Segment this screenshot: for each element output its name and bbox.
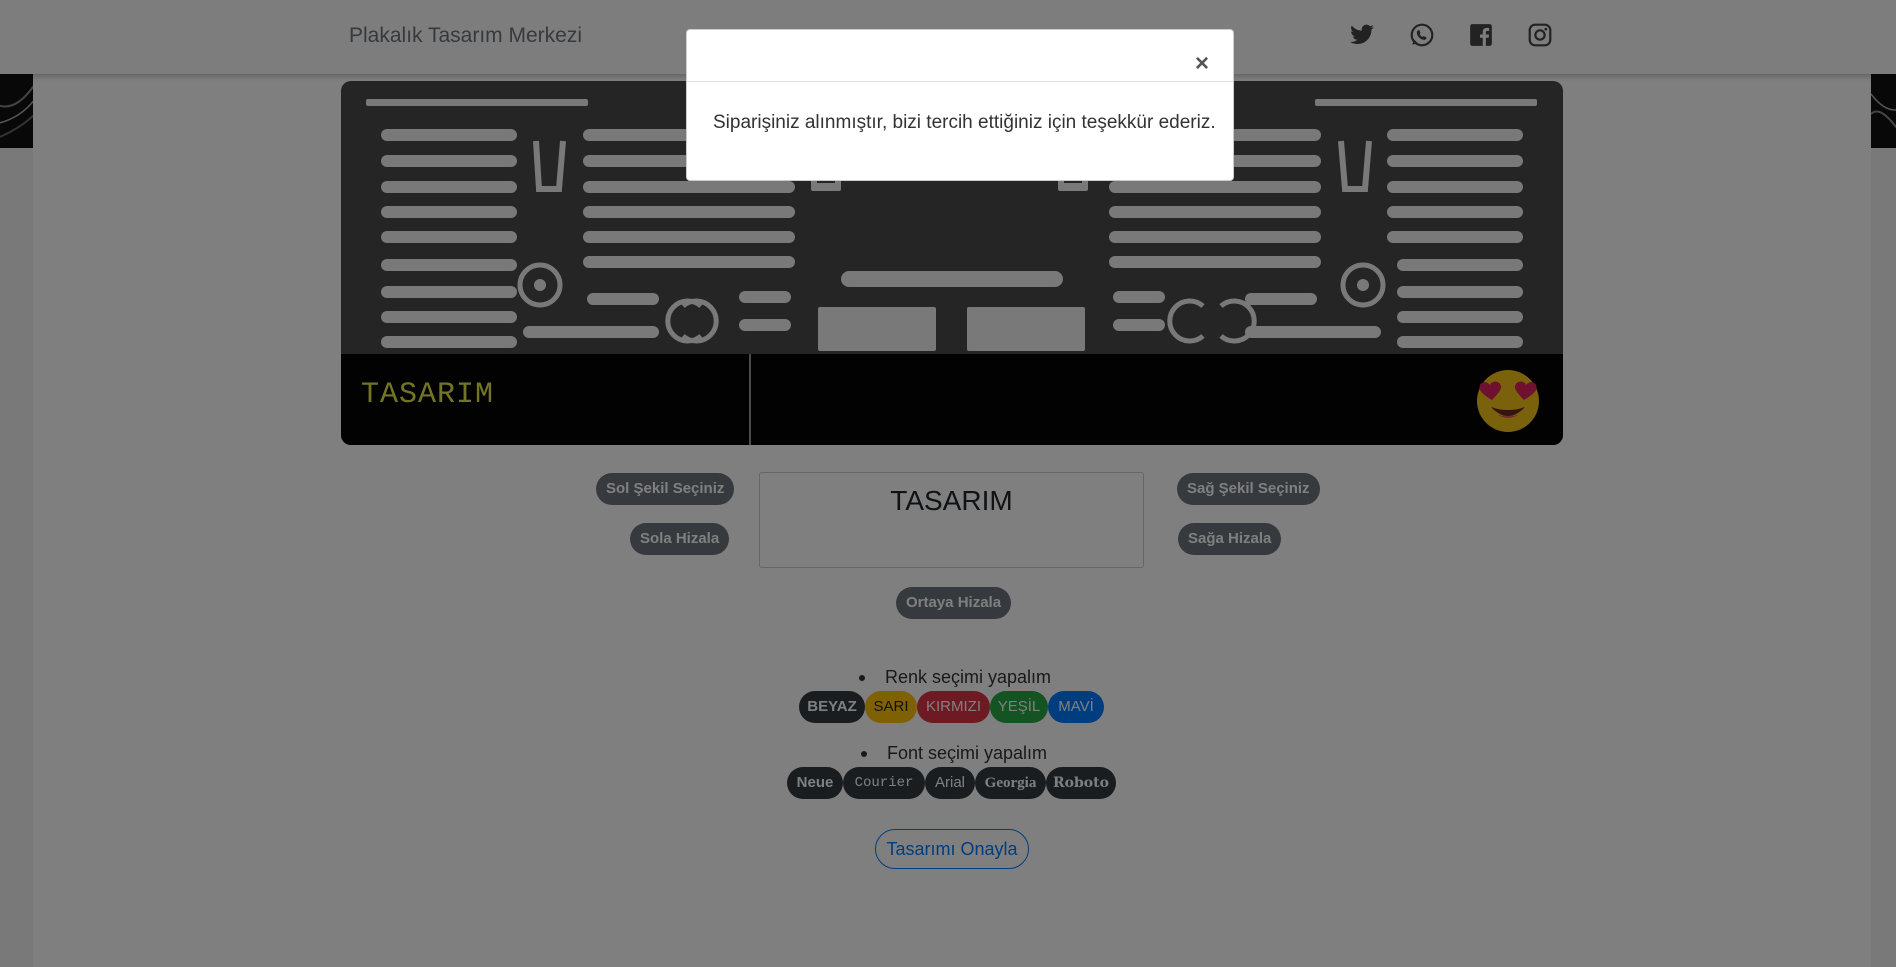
- close-icon[interactable]: ×: [1195, 52, 1209, 76]
- modal-header: ×: [687, 30, 1233, 82]
- modal-message: Siparişiniz alınmıştır, bizi tercih etti…: [713, 112, 1216, 133]
- order-confirmation-modal: × Siparişiniz alınmıştır, bizi tercih et…: [686, 29, 1234, 181]
